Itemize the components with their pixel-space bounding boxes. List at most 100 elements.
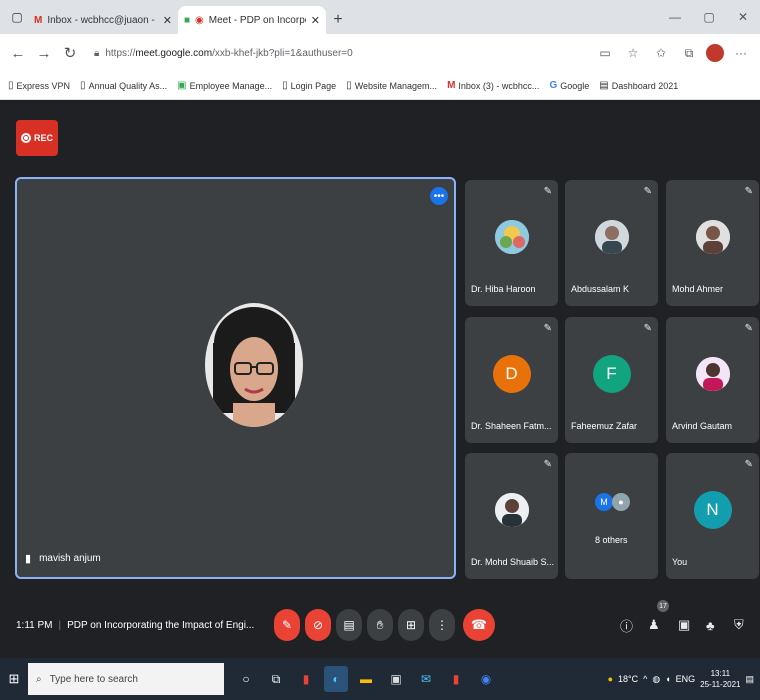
separator: | bbox=[58, 619, 62, 631]
file-explorer-icon[interactable]: ▬ bbox=[354, 666, 378, 692]
close-window-icon[interactable]: ✕ bbox=[726, 0, 760, 34]
notification-icon[interactable]: ▤ bbox=[745, 674, 754, 685]
mic-muted-icon: ✎ bbox=[643, 323, 652, 334]
volume-icon[interactable]: ◖ bbox=[665, 674, 670, 684]
collections-icon[interactable]: ⧉ bbox=[678, 42, 700, 64]
gmail-icon: M bbox=[34, 14, 43, 26]
settings-more-icon[interactable]: ··· bbox=[730, 42, 752, 64]
raise-hand-button[interactable]: ✋︎ bbox=[367, 609, 393, 641]
chrome-icon[interactable]: ◉ bbox=[474, 666, 498, 692]
tab-gmail[interactable]: M Inbox - wcbhcc@juaon - E.M ✕ bbox=[28, 6, 178, 34]
dashboard-icon: ▤ bbox=[599, 80, 609, 91]
participant-name: Dr. Hiba Haroon bbox=[471, 284, 536, 294]
weather-icon: ● bbox=[607, 674, 613, 684]
participant-tile-others[interactable]: M ● 8 others bbox=[565, 453, 658, 579]
edge-icon[interactable]: ◐ bbox=[324, 666, 348, 692]
meeting-details-icon[interactable]: ⓘ bbox=[620, 616, 633, 635]
url-field[interactable]: 🔒︎ https://meet.google.com/xxb-khef-jkb?… bbox=[86, 40, 588, 66]
language-indicator[interactable]: ENG bbox=[676, 674, 696, 684]
microphone-toggle-button[interactable]: ✎ bbox=[274, 609, 300, 641]
window-controls: — ▢ ✕ bbox=[658, 0, 760, 34]
participant-tile[interactable]: ✎ D Dr. Shaheen Fatm... bbox=[465, 317, 558, 443]
recording-badge[interactable]: REC bbox=[16, 120, 58, 156]
bookmark-item[interactable]: ▯ Login Page bbox=[282, 80, 336, 91]
bookmark-item[interactable]: ▯ Website Managem... bbox=[346, 80, 437, 91]
record-icon bbox=[20, 133, 31, 143]
office-icon[interactable]: ▮ bbox=[294, 666, 318, 692]
screen: ▢ M Inbox - wcbhcc@juaon - E.M ✕ ■ ◉ Mee… bbox=[0, 0, 760, 700]
speaker-name-label: ▮ mavish anjum bbox=[25, 552, 101, 565]
tray-expand-icon[interactable]: ^ bbox=[643, 674, 647, 684]
bookmark-item[interactable]: ▯ Annual Quality As... bbox=[80, 80, 167, 91]
host-controls-icon[interactable]: ⛨ bbox=[734, 617, 744, 633]
participant-tile-self[interactable]: ✎ N You bbox=[666, 453, 759, 579]
bookmark-item[interactable]: ▯ Express VPN bbox=[8, 80, 70, 91]
present-screen-button[interactable]: ⊞ bbox=[398, 609, 424, 641]
others-avatar: M bbox=[595, 493, 613, 511]
favorites-icon[interactable]: ✩ bbox=[650, 42, 672, 64]
meet-icon: ■ bbox=[184, 14, 191, 26]
tab-meet[interactable]: ■ ◉ Meet - PDP on Incorporati ✕ bbox=[178, 6, 326, 34]
task-view-icon[interactable]: ⧉ bbox=[264, 666, 288, 692]
store-icon[interactable]: ▣ bbox=[384, 666, 408, 692]
lock-icon: 🔒︎ bbox=[94, 47, 100, 59]
people-icon[interactable]: ♟ bbox=[648, 617, 660, 633]
participant-avatar: N bbox=[693, 491, 732, 529]
favorite-star-icon[interactable]: ☆ bbox=[622, 42, 644, 64]
forward-icon[interactable]: → bbox=[34, 45, 54, 62]
taskbar-apps: ○ ⧉ ▮ ◐ ▬ ▣ ✉ ▮ ◉ bbox=[234, 666, 498, 692]
new-tab-button[interactable]: + bbox=[326, 6, 350, 34]
close-tab-icon[interactable]: ✕ bbox=[311, 14, 320, 27]
participant-tile[interactable]: ✎ Dr. Hiba Haroon bbox=[465, 180, 558, 306]
meeting-time: 1:11 PM bbox=[16, 619, 53, 631]
bookmark-item[interactable]: ▤ Dashboard 2021 bbox=[599, 80, 678, 91]
bookmark-item[interactable]: ▣ Employee Manage... bbox=[177, 80, 272, 91]
office-app-icon[interactable]: ▮ bbox=[444, 666, 468, 692]
captions-button[interactable]: ▤ bbox=[336, 609, 362, 641]
participant-avatar bbox=[594, 220, 629, 254]
page-icon: ▯ bbox=[346, 80, 352, 91]
read-aloud-icon[interactable]: ▭ bbox=[594, 42, 616, 64]
main-video-tile[interactable]: ••• ▮ mavish anjum bbox=[15, 177, 456, 579]
participant-tile[interactable]: ✎ Abdussalam K bbox=[565, 180, 658, 306]
people-count-badge: 17 bbox=[657, 600, 669, 612]
pin-icon: ▮ bbox=[25, 553, 32, 565]
close-tab-icon[interactable]: ✕ bbox=[163, 14, 172, 27]
participant-tile[interactable]: ✎ Dr. Mohd Shuaib S... bbox=[465, 453, 558, 579]
participant-tile[interactable]: ✎ Arvind Gautam bbox=[666, 317, 759, 443]
participant-avatar: F bbox=[592, 355, 631, 393]
weather-temp[interactable]: 18°C bbox=[618, 674, 638, 684]
camera-toggle-button[interactable]: ⊘ bbox=[305, 609, 331, 641]
mic-muted-icon: ✎ bbox=[543, 186, 552, 197]
participant-avatar: D bbox=[492, 355, 531, 393]
taskbar-search[interactable]: ⌕ Type here to search bbox=[28, 663, 224, 695]
meeting-controls-bar: 1:11 PM | PDP on Incorporating the Impac… bbox=[0, 600, 760, 650]
mic-muted-icon: ✎ bbox=[744, 323, 753, 334]
chat-icon[interactable]: ▣ bbox=[678, 617, 690, 633]
back-icon[interactable]: ← bbox=[8, 45, 28, 62]
reload-icon[interactable]: ↻ bbox=[60, 44, 80, 62]
cortana-icon[interactable]: ○ bbox=[234, 666, 258, 692]
activities-icon[interactable]: ♣ bbox=[706, 618, 715, 633]
minimize-icon[interactable]: — bbox=[658, 0, 692, 34]
mail-icon[interactable]: ✉ bbox=[414, 666, 438, 692]
more-options-button[interactable]: ⋮ bbox=[429, 609, 455, 641]
meeting-info: 1:11 PM | PDP on Incorporating the Impac… bbox=[16, 620, 254, 631]
windows-start-icon[interactable]: ⊞ bbox=[0, 658, 28, 700]
bookmark-item[interactable]: G Google bbox=[549, 80, 589, 91]
participant-tile[interactable]: ✎ F Faheemuz Zafar bbox=[565, 317, 658, 443]
participant-name: Faheemuz Zafar bbox=[571, 421, 638, 431]
participant-avatar bbox=[494, 220, 529, 254]
participant-tile[interactable]: ✎ Mohd Ahmer bbox=[666, 180, 759, 306]
bookmark-item[interactable]: M Inbox (3) - wcbhcc... bbox=[447, 80, 539, 91]
profile-avatar[interactable] bbox=[706, 44, 724, 62]
gmail-icon: M bbox=[447, 80, 456, 91]
restore-icon[interactable]: ▢ bbox=[692, 0, 726, 34]
window-menu-icon[interactable]: ▢ bbox=[6, 0, 28, 34]
more-options-icon[interactable]: ••• bbox=[430, 187, 448, 205]
sheet-icon: ▣ bbox=[177, 80, 187, 91]
leave-call-button[interactable]: ☎ bbox=[463, 609, 495, 641]
network-icon[interactable]: ◍ bbox=[652, 674, 660, 685]
participant-name: 8 others bbox=[595, 535, 628, 545]
clock[interactable]: 13:11 25-11-2021 bbox=[700, 668, 740, 690]
